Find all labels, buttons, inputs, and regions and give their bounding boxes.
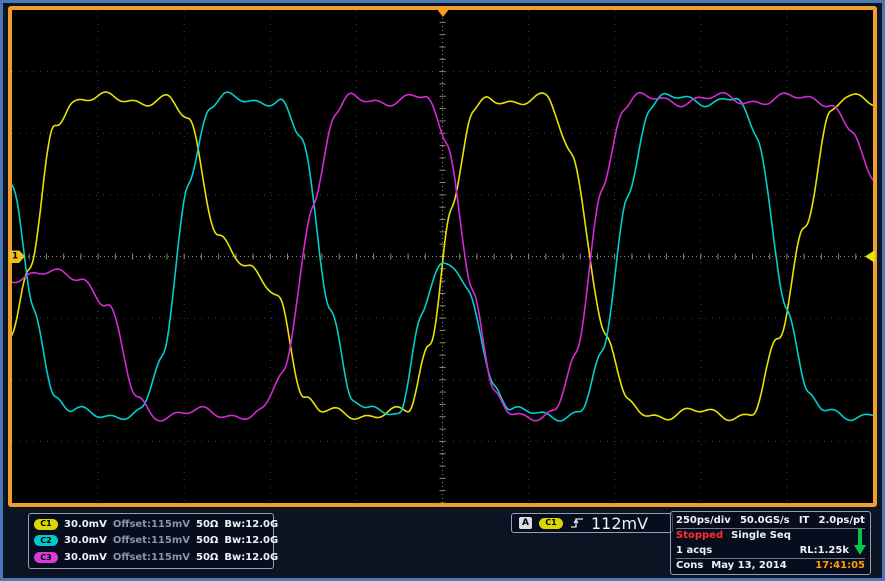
graticule-bezel: 1 <box>8 6 877 507</box>
channel2-termination: 50Ω <box>196 535 218 546</box>
waveform-display <box>12 10 873 503</box>
datetime-row: Cons May 13, 2014 17:41:05 <box>676 558 865 574</box>
bus-label: Cons <box>676 560 703 571</box>
channel2-badge[interactable]: C2 <box>34 535 58 546</box>
rising-edge-icon <box>570 517 584 529</box>
channel2-readout-row[interactable]: C2 30.0mV Offset:115mV 50Ω Bw:12.0G <box>34 535 268 546</box>
channel1-marker-label: 1 <box>12 252 18 262</box>
trigger-position-marker[interactable] <box>436 8 450 17</box>
channel3-termination: 50Ω <box>196 552 218 563</box>
channel3-scale: 30.0mV <box>64 552 107 563</box>
channel3-badge[interactable]: C3 <box>34 552 58 563</box>
channel1-readout-row[interactable]: C1 30.0mV Offset:115mV 50Ω Bw:12.0G <box>34 519 268 530</box>
channel3-readout-row[interactable]: C3 30.0mV Offset:115mV 50Ω Bw:12.0G <box>34 552 268 563</box>
oscilloscope-screen: 1 C1 30.0mV Offset:115mV 50Ω Bw:12.0G C2… <box>0 0 885 581</box>
sequence-mode: Single Seq <box>731 530 791 541</box>
channel3-bandwidth: Bw:12.0G <box>224 552 278 563</box>
trigger-source-badge: C1 <box>539 518 563 529</box>
run-state: Stopped <box>676 530 723 541</box>
clock-time: 17:41:05 <box>815 560 865 571</box>
horizontal-readout-row: 250ps/div 50.0GS/s IT 2.0ps/pt <box>676 513 865 529</box>
channel2-offset: Offset:115mV <box>113 535 190 546</box>
trigger-readout-box[interactable]: A C1 112mV <box>511 513 673 533</box>
acq-count: 1 acqs <box>676 545 712 556</box>
acq-mode: IT <box>799 515 810 526</box>
channel1-scale: 30.0mV <box>64 519 107 530</box>
channel1-offset: Offset:115mV <box>113 519 190 530</box>
green-arrow-shape <box>854 529 866 555</box>
trigger-position-icon <box>436 8 450 17</box>
run-state-row: Stopped Single Seq <box>676 529 865 544</box>
channel1-termination: 50Ω <box>196 519 218 530</box>
trigger-ready-arrow-icon <box>854 529 866 555</box>
channel-readouts-box[interactable]: C1 30.0mV Offset:115mV 50Ω Bw:12.0G C2 3… <box>28 513 274 569</box>
channel1-bandwidth: Bw:12.0G <box>224 519 278 530</box>
acq-count-row: 1 acqs RL:1.25k <box>676 543 865 558</box>
resolution: 2.0ps/pt <box>819 515 865 526</box>
trigger-system-badge: A <box>519 517 532 529</box>
channel3-offset: Offset:115mV <box>113 552 190 563</box>
acquisition-readout-box[interactable]: 250ps/div 50.0GS/s IT 2.0ps/pt Stopped S… <box>670 511 871 575</box>
channel1-badge[interactable]: C1 <box>34 519 58 530</box>
timebase: 250ps/div <box>676 515 731 526</box>
channel2-scale: 30.0mV <box>64 535 107 546</box>
channel2-bandwidth: Bw:12.0G <box>224 535 278 546</box>
readout-bar: C1 30.0mV Offset:115mV 50Ω Bw:12.0G C2 3… <box>8 511 877 578</box>
trigger-level-readout: 112mV <box>591 514 648 533</box>
sample-rate: 50.0GS/s <box>740 515 790 526</box>
date: May 13, 2014 <box>711 560 786 571</box>
